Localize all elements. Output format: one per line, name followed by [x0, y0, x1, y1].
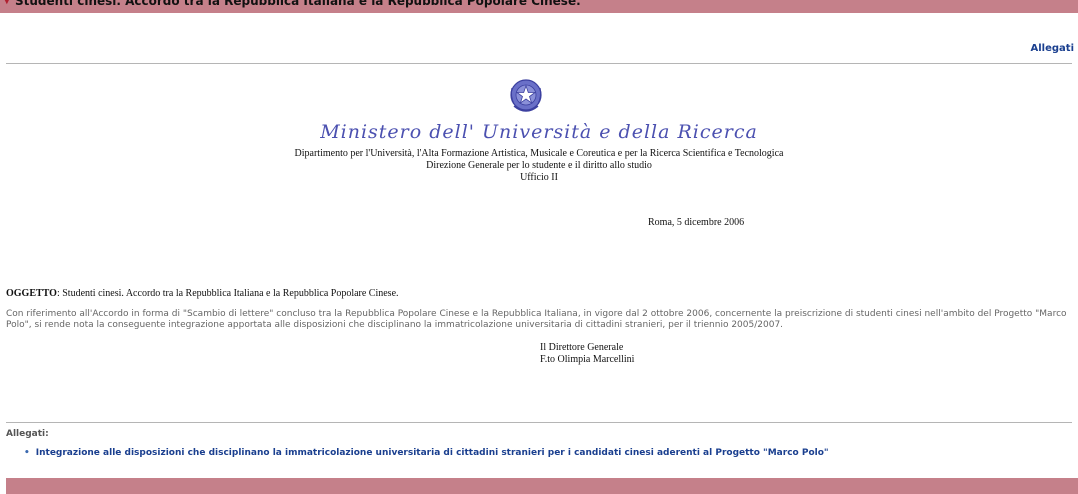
office-line: Ufficio II: [520, 172, 558, 183]
attachments-label: Allegati:: [6, 429, 49, 439]
ministry-name: Ministero dell' Università e della Ricer…: [320, 121, 758, 143]
subject-line: OGGETTO: Studenti cinesi. Accordo tra la…: [6, 288, 399, 299]
letter-body: Con riferimento all'Accordo in forma di …: [6, 309, 1067, 330]
attachment-link[interactable]: Integrazione alle disposizioni che disci…: [36, 448, 829, 458]
subject-text: : Studenti cinesi. Accordo tra la Repubb…: [56, 288, 399, 299]
department-line: Dipartimento per l'Università, l'Alta Fo…: [294, 148, 784, 159]
signature-name: F.to Olimpia Marcellini: [540, 354, 635, 365]
title-bar: ▼ Studenti cinesi. Accordo tra la Repubb…: [0, 0, 1078, 13]
attachment-item[interactable]: • Integrazione alle disposizioni che disc…: [24, 448, 829, 458]
direction-line: Direzione Generale per lo studente e il …: [426, 160, 652, 171]
signature-role: Il Direttore Generale: [540, 342, 624, 353]
attachments-divider: [6, 422, 1072, 423]
top-divider: [6, 63, 1072, 64]
letter-date: Roma, 5 dicembre 2006: [648, 217, 745, 228]
republic-emblem-icon: [510, 79, 542, 112]
bullet-icon: •: [24, 448, 30, 458]
subject-label: OGGETTO: [6, 288, 57, 299]
chevron-down-icon[interactable]: ▼: [3, 0, 11, 6]
footer-bar: [6, 478, 1078, 494]
allegati-link[interactable]: Allegati: [1031, 43, 1075, 54]
page-title: Studenti cinesi. Accordo tra la Repubbli…: [15, 0, 581, 8]
